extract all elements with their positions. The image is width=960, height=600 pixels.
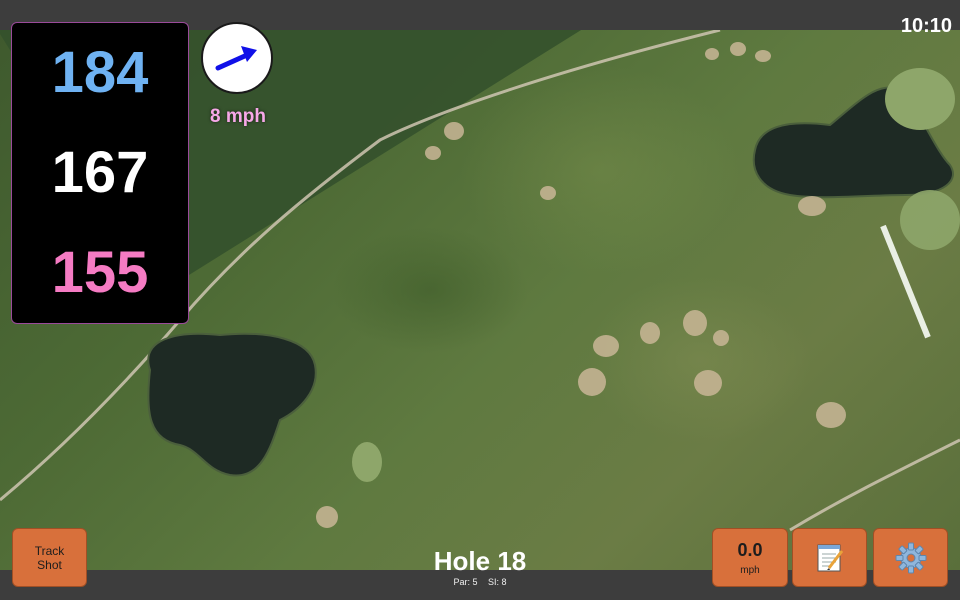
back-distance: 184 [51,40,149,105]
distance-panel: 184 167 155 [11,22,189,324]
track-shot-label-line1: Track [34,543,65,558]
notepad-icon [817,544,843,571]
green-top-right [885,68,955,130]
clock: 10:10 [900,15,952,37]
speed-button[interactable]: 0.0 mph [712,528,788,587]
bunker [755,50,771,62]
bunker [694,370,722,396]
green-small [352,442,382,482]
bunker [705,48,719,60]
pond-left [147,332,317,477]
bunker [640,322,660,344]
settings-button[interactable] [873,528,948,587]
bunker [578,368,606,396]
track-shot-label-line2: Shot [37,557,62,572]
bunker [425,146,441,160]
bunker [444,122,464,140]
gear-icon [895,542,926,573]
bunker [713,330,729,346]
bunker [593,335,619,357]
wind-compass[interactable] [201,22,273,94]
speed-value: 0.0 [737,539,763,560]
hole-title: Hole 18 [433,546,527,576]
wind-arrow-icon [215,46,257,71]
track-shot-button[interactable]: Track Shot [12,528,87,587]
front-distance: 155 [51,240,149,305]
bunker [540,186,556,200]
bunker [730,42,746,56]
cart-path-2 [789,438,960,532]
green-right [900,190,960,250]
middle-distance: 167 [51,140,149,205]
hole-par: Par: 5 [453,577,478,587]
bunker [816,402,846,428]
notes-button[interactable] [792,528,867,587]
hole-stroke-index: SI: 8 [488,577,507,587]
bunker [798,196,826,216]
bunker [316,506,338,528]
speed-unit: mph [740,564,760,576]
bunker [683,310,707,336]
hole-details: Par: 5 SI: 8 [380,577,580,587]
wind-speed-label: 8 mph [210,106,266,127]
hole-info: Hole 18 Par: 5 SI: 8 [380,548,580,587]
